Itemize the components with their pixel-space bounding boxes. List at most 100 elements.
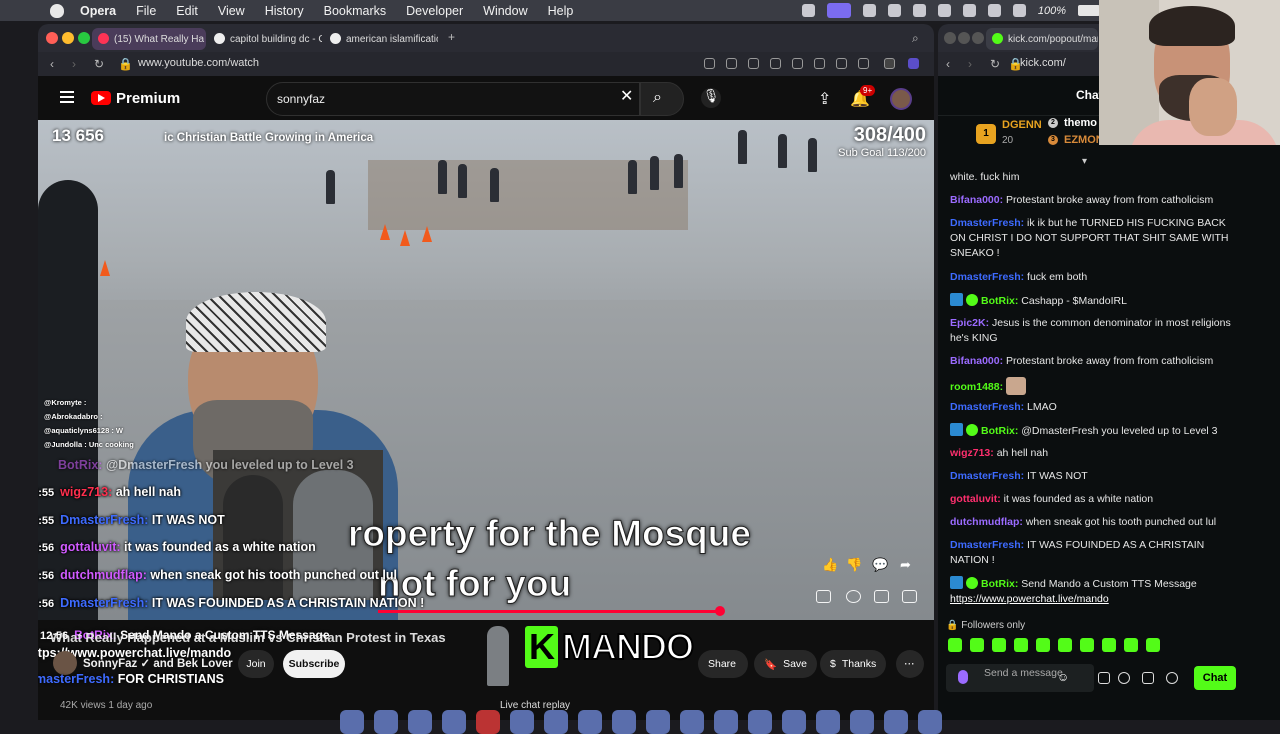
bluetooth-icon[interactable] [987, 4, 1001, 17]
profile-icon[interactable] [858, 58, 869, 69]
chat-username[interactable]: BotRix: [981, 425, 1018, 437]
url-field[interactable]: www.youtube.com/watch [138, 57, 259, 69]
microphone-icon[interactable] [958, 670, 968, 684]
share-arrow-icon[interactable]: ➦ [900, 557, 911, 573]
emote-icon[interactable] [1124, 638, 1138, 652]
chat-message-input[interactable]: Send a message [946, 664, 1094, 692]
search-button[interactable] [640, 82, 684, 116]
youtube-logo-icon[interactable] [91, 91, 111, 105]
emote-icon[interactable] [1036, 638, 1050, 652]
menu-help[interactable]: Help [548, 4, 574, 18]
like-icon[interactable]: 👍 [822, 557, 838, 573]
chat-username[interactable]: DmasterFresh: [950, 539, 1024, 551]
chat-username[interactable]: dutchmudflap: [950, 516, 1023, 528]
infinity-icon[interactable] [1118, 672, 1130, 684]
emote-icon[interactable] [1146, 638, 1160, 652]
progress-scrubber-handle[interactable] [715, 606, 725, 616]
back-icon[interactable]: ‹ [946, 57, 950, 71]
close-window-button[interactable] [46, 32, 58, 44]
emote-icon[interactable] [948, 638, 962, 652]
back-icon[interactable]: ‹ [50, 57, 54, 71]
video-title[interactable]: What Really Happened at a Muslim vs Chri… [50, 630, 446, 645]
emote-icon[interactable] [1102, 638, 1116, 652]
share-button[interactable]: Share [698, 650, 748, 678]
dock-app-icon[interactable] [850, 710, 874, 734]
tab-google-search[interactable]: capitol building dc - Go [208, 28, 322, 50]
channel-name[interactable]: SonnyFaz ✓ and Bek Lover [83, 656, 233, 670]
chat-username[interactable]: Bifana000: [950, 355, 1003, 367]
subscribe-button[interactable]: Subscribe [283, 650, 345, 678]
emote-icon[interactable] [1080, 638, 1094, 652]
miniplayer-icon[interactable] [874, 590, 889, 603]
emote-icon[interactable] [1058, 638, 1072, 652]
dock-app-icon[interactable] [680, 710, 704, 734]
dock-app-icon[interactable] [408, 710, 432, 734]
powerchat-link[interactable]: https://www.powerchat.live/mando [950, 593, 1109, 605]
chat-username[interactable]: DmasterFresh: [950, 271, 1024, 283]
menu-edit[interactable]: Edit [176, 4, 198, 18]
battery-icon[interactable] [1078, 5, 1100, 16]
chat-username[interactable]: DmasterFresh: [950, 470, 1024, 482]
upload-icon[interactable]: ⇪ [818, 89, 831, 109]
dock-app-icon[interactable] [714, 710, 738, 734]
gift-icon[interactable] [1098, 672, 1110, 684]
dock-app-icon[interactable] [374, 710, 398, 734]
camera-icon[interactable] [726, 58, 737, 69]
dislike-icon[interactable]: 👎 [846, 557, 862, 573]
dock-app-icon[interactable] [816, 710, 840, 734]
dock-app-icon[interactable] [918, 710, 942, 734]
search-icon[interactable]: ⌕ [653, 89, 662, 107]
dock-app-icon[interactable] [544, 710, 568, 734]
tray-icon[interactable] [862, 4, 876, 17]
close-window-button[interactable] [944, 32, 956, 44]
microphone-icon[interactable]: 🎙 [701, 88, 721, 108]
chat-username[interactable]: Epic2K: [950, 317, 989, 329]
menu-history[interactable]: History [265, 4, 304, 18]
subtitles-icon[interactable] [816, 590, 831, 603]
emote-icon[interactable] [992, 638, 1006, 652]
shield-icon[interactable] [748, 58, 759, 69]
send-chat-button[interactable]: Chat [1194, 666, 1236, 690]
menu-file[interactable]: File [136, 4, 156, 18]
ai-icon[interactable] [908, 58, 919, 69]
emote-icon[interactable] [1014, 638, 1028, 652]
download-icon[interactable] [814, 58, 825, 69]
thanks-button[interactable]: $ Thanks [820, 650, 887, 678]
comments-icon[interactable]: 💬 [872, 557, 888, 573]
zoom-window-button[interactable] [78, 32, 90, 44]
chat-settings-gear-icon[interactable] [1166, 672, 1178, 684]
dock-app-icon[interactable] [884, 710, 908, 734]
dock-app-icon[interactable] [782, 710, 806, 734]
youtube-premium-label[interactable]: Premium [116, 90, 180, 107]
rank-1-name[interactable]: DGENN [1002, 119, 1042, 131]
tab-youtube-video[interactable]: (15) What Really Ha [92, 28, 206, 50]
edit-icon[interactable] [704, 58, 715, 69]
tray-icon[interactable] [887, 4, 901, 17]
chat-username[interactable]: gottaluvit: [950, 493, 1001, 505]
forward-icon[interactable]: › [72, 57, 76, 71]
tray-icon[interactable] [1012, 4, 1026, 17]
new-tab-icon[interactable]: + [448, 30, 455, 44]
menu-lines-icon[interactable] [836, 58, 847, 69]
menu-app-name[interactable]: Opera [80, 4, 116, 18]
forward-icon[interactable]: › [968, 57, 972, 71]
reload-icon[interactable]: ↻ [990, 57, 1000, 71]
dock-app-icon[interactable] [748, 710, 772, 734]
tab-google-search-2[interactable]: american islamification [324, 28, 438, 50]
leaderboard-collapse-icon[interactable]: ▾ [1082, 156, 1087, 167]
dock-app-icon[interactable] [646, 710, 670, 734]
store-icon[interactable] [1142, 672, 1154, 684]
wifi-icon[interactable] [962, 4, 976, 17]
minimize-window-button[interactable] [958, 32, 970, 44]
url-field[interactable]: kick.com/ [1020, 57, 1066, 69]
chat-username[interactable]: DmasterFresh: [950, 217, 1024, 229]
apple-icon[interactable] [50, 3, 64, 18]
dock-app-icon[interactable] [578, 710, 602, 734]
video-player[interactable]: 13 656 ic Christian Battle Growing in Am… [38, 120, 934, 620]
rank-2-name[interactable]: themo [1064, 117, 1097, 129]
tray-icon[interactable] [912, 4, 926, 17]
fullscreen-icon[interactable] [902, 590, 917, 603]
dock-app-icon[interactable] [442, 710, 466, 734]
video-progress-bar[interactable] [378, 610, 723, 613]
tab-kick-popout[interactable]: kick.com/popout/mando [986, 28, 1098, 50]
